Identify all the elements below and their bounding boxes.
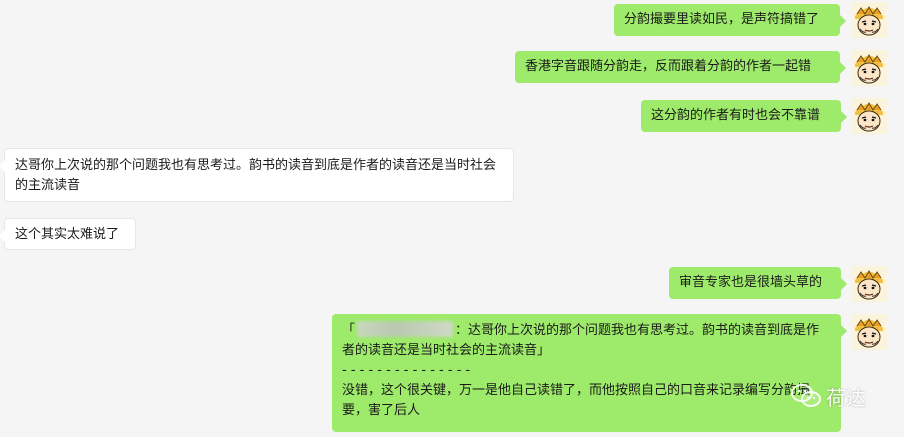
cartoon-face-icon	[851, 98, 887, 134]
message-bubble[interactable]: 审音专家也是很墙头草的	[669, 267, 847, 299]
watermark: 荷达	[790, 380, 866, 412]
message-bubble[interactable]: 这个其实太难说了	[0, 218, 136, 250]
message-row: 分韵撮要里读如民，是声符搞错了	[0, 0, 904, 38]
message-bubble[interactable]: 这分韵的作者有时也会不靠谱	[641, 100, 847, 132]
wechat-icon	[791, 384, 821, 407]
cartoon-face-icon	[851, 2, 887, 38]
quoted-message: 「：达哥你上次说的那个问题我也有思考过。韵书的读音到底是作者的读音还是当时社会的…	[342, 321, 831, 361]
message-row: 香港字音跟随分韵走，反而跟着分韵的作者一起错	[0, 48, 904, 86]
message-text: 香港字音跟随分韵走，反而跟着分韵的作者一起错	[525, 59, 812, 74]
chat-window: { "messages": [ {"side": "out", "text": …	[0, 0, 904, 437]
cartoon-face-icon	[851, 314, 887, 350]
message-row: 审音专家也是很墙头草的	[0, 264, 904, 302]
message-row: 达哥你上次说的那个问题我也有思考过。韵书的读音到底是作者的读音还是当时社会的主流…	[0, 148, 904, 204]
message-text: 这分韵的作者有时也会不靠谱	[651, 108, 821, 123]
message-text: 这个其实太难说了	[15, 227, 120, 242]
avatar[interactable]	[851, 266, 887, 302]
watermark-text: 荷达	[826, 385, 866, 410]
avatar[interactable]	[851, 98, 887, 134]
quote-open-mark: 「	[342, 323, 356, 338]
message-text: 审音专家也是很墙头草的	[679, 275, 823, 290]
avatar[interactable]	[851, 2, 887, 38]
message-bubble[interactable]: 香港字音跟随分韵走，反而跟着分韵的作者一起错	[515, 51, 846, 83]
message-text: 达哥你上次说的那个问题我也有思考过。韵书的读音到底是作者的读音还是当时社会的主流…	[15, 158, 497, 193]
quote-separator: - - - - - - - - - - - - - - -	[342, 363, 471, 378]
message-row: 「：达哥你上次说的那个问题我也有思考过。韵书的读音到底是作者的读音还是当时社会的…	[0, 312, 904, 437]
cartoon-face-icon	[851, 50, 887, 86]
message-text: 分韵撮要里读如民，是声符搞错了	[624, 12, 820, 27]
message-bubble[interactable]: 「：达哥你上次说的那个问题我也有思考过。韵书的读音到底是作者的读音还是当时社会的…	[332, 314, 847, 432]
cartoon-face-icon	[851, 266, 887, 302]
redacted-name	[357, 321, 454, 337]
message-bubble[interactable]: 分韵撮要里读如民，是声符搞错了	[614, 4, 846, 36]
message-text: 没错，这个很关键，万一是他自己读错了，而他按照自己的口音来记录编写分韵撮要，害了…	[342, 383, 811, 418]
avatar[interactable]	[851, 50, 887, 86]
message-row: 这个其实太难说了	[0, 216, 904, 252]
message-row: 这分韵的作者有时也会不靠谱	[0, 96, 904, 134]
message-bubble[interactable]: 达哥你上次说的那个问题我也有思考过。韵书的读音到底是作者的读音还是当时社会的主流…	[0, 148, 514, 202]
avatar[interactable]	[851, 314, 887, 350]
